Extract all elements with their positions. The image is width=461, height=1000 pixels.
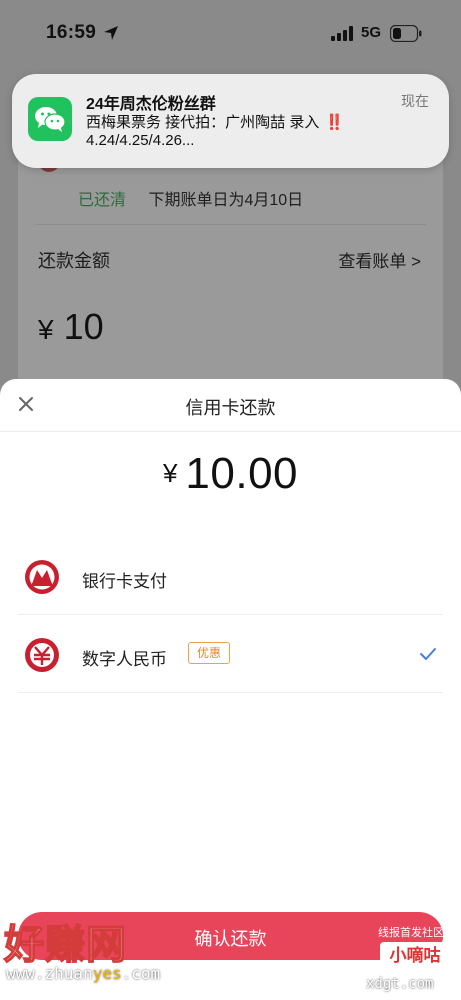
network-type: 5G — [361, 24, 382, 41]
sheet-title: 信用卡还款 — [185, 398, 276, 418]
next-bill-date: 下期账单日为4月10日 — [148, 192, 304, 209]
notification-time: 现在 — [401, 93, 429, 109]
status-bar: 16:59 5G — [0, 0, 461, 60]
clock: 16:59 — [46, 22, 97, 43]
watermark-right: 线报首发社区 小嘀咕 xdgt.com — [366, 920, 458, 996]
amount-label: 还款金额 — [38, 251, 110, 271]
checkmark-icon — [420, 648, 436, 660]
watermark-tagline: 线报首发社区 — [378, 927, 444, 939]
location-arrow-icon — [104, 26, 118, 40]
status-cleared: 已还清 — [78, 192, 127, 209]
watermark-url-suffix: .com — [121, 964, 161, 983]
e-cny-icon — [25, 638, 59, 672]
view-bill-link[interactable]: 查看账单 > — [338, 247, 421, 272]
watermark-url: www.zhuanyes.com — [6, 964, 160, 983]
notification-message-text: 西梅果票务 接代拍：广州陶喆 录入 — [86, 114, 320, 131]
watermark-logo: 小嘀咕 — [380, 942, 450, 970]
divider — [36, 224, 426, 225]
currency-symbol: ¥ — [162, 458, 178, 488]
bank-logo-icon — [25, 560, 59, 594]
discount-badge: 优惠 — [188, 642, 231, 664]
payment-method-label: 银行卡支付 — [82, 572, 167, 591]
payment-amount: ¥10.00 — [0, 449, 461, 499]
amount-value: 10 — [63, 306, 104, 347]
watermark-url-highlight: yes — [92, 964, 122, 983]
wechat-icon — [28, 97, 72, 141]
cellular-signal-icon — [331, 26, 353, 41]
double-exclamation-icon: ‼️ — [325, 114, 345, 131]
watermark-url: xdgt.com — [366, 976, 434, 992]
background-amount: ¥10 — [38, 306, 104, 348]
payment-method-e-cny[interactable]: 数字人民币 优惠 — [18, 617, 443, 693]
bill-status-row: 已还清 下期账单日为4月10日 — [78, 186, 303, 210]
currency-symbol: ¥ — [38, 314, 54, 345]
watermark-logo-text: 好赚网 — [3, 922, 127, 968]
payment-method-bank-card[interactable]: 银行卡支付 — [18, 539, 443, 615]
battery-icon — [390, 25, 422, 42]
notification-banner[interactable]: 24年周杰伦粉丝群 现在 西梅果票务 接代拍：广州陶喆 录入 ‼️ 4.24/4.… — [12, 74, 449, 168]
notification-message: 西梅果票务 接代拍：广州陶喆 录入 ‼️ — [86, 111, 344, 132]
divider — [0, 431, 461, 432]
watermark-left: 好赚网 www.zhuanyes.com — [3, 912, 194, 992]
watermark-url-prefix: www.zhuan — [6, 964, 93, 983]
repayment-sheet: 信用卡还款 ¥10.00 银行卡支付 数字人民币 优惠 确认还款 — [0, 379, 461, 1000]
notification-message-continued: 4.24/4.25/4.26... — [86, 132, 195, 149]
amount-value: 10.00 — [185, 449, 299, 498]
payment-method-label: 数字人民币 — [82, 650, 167, 669]
